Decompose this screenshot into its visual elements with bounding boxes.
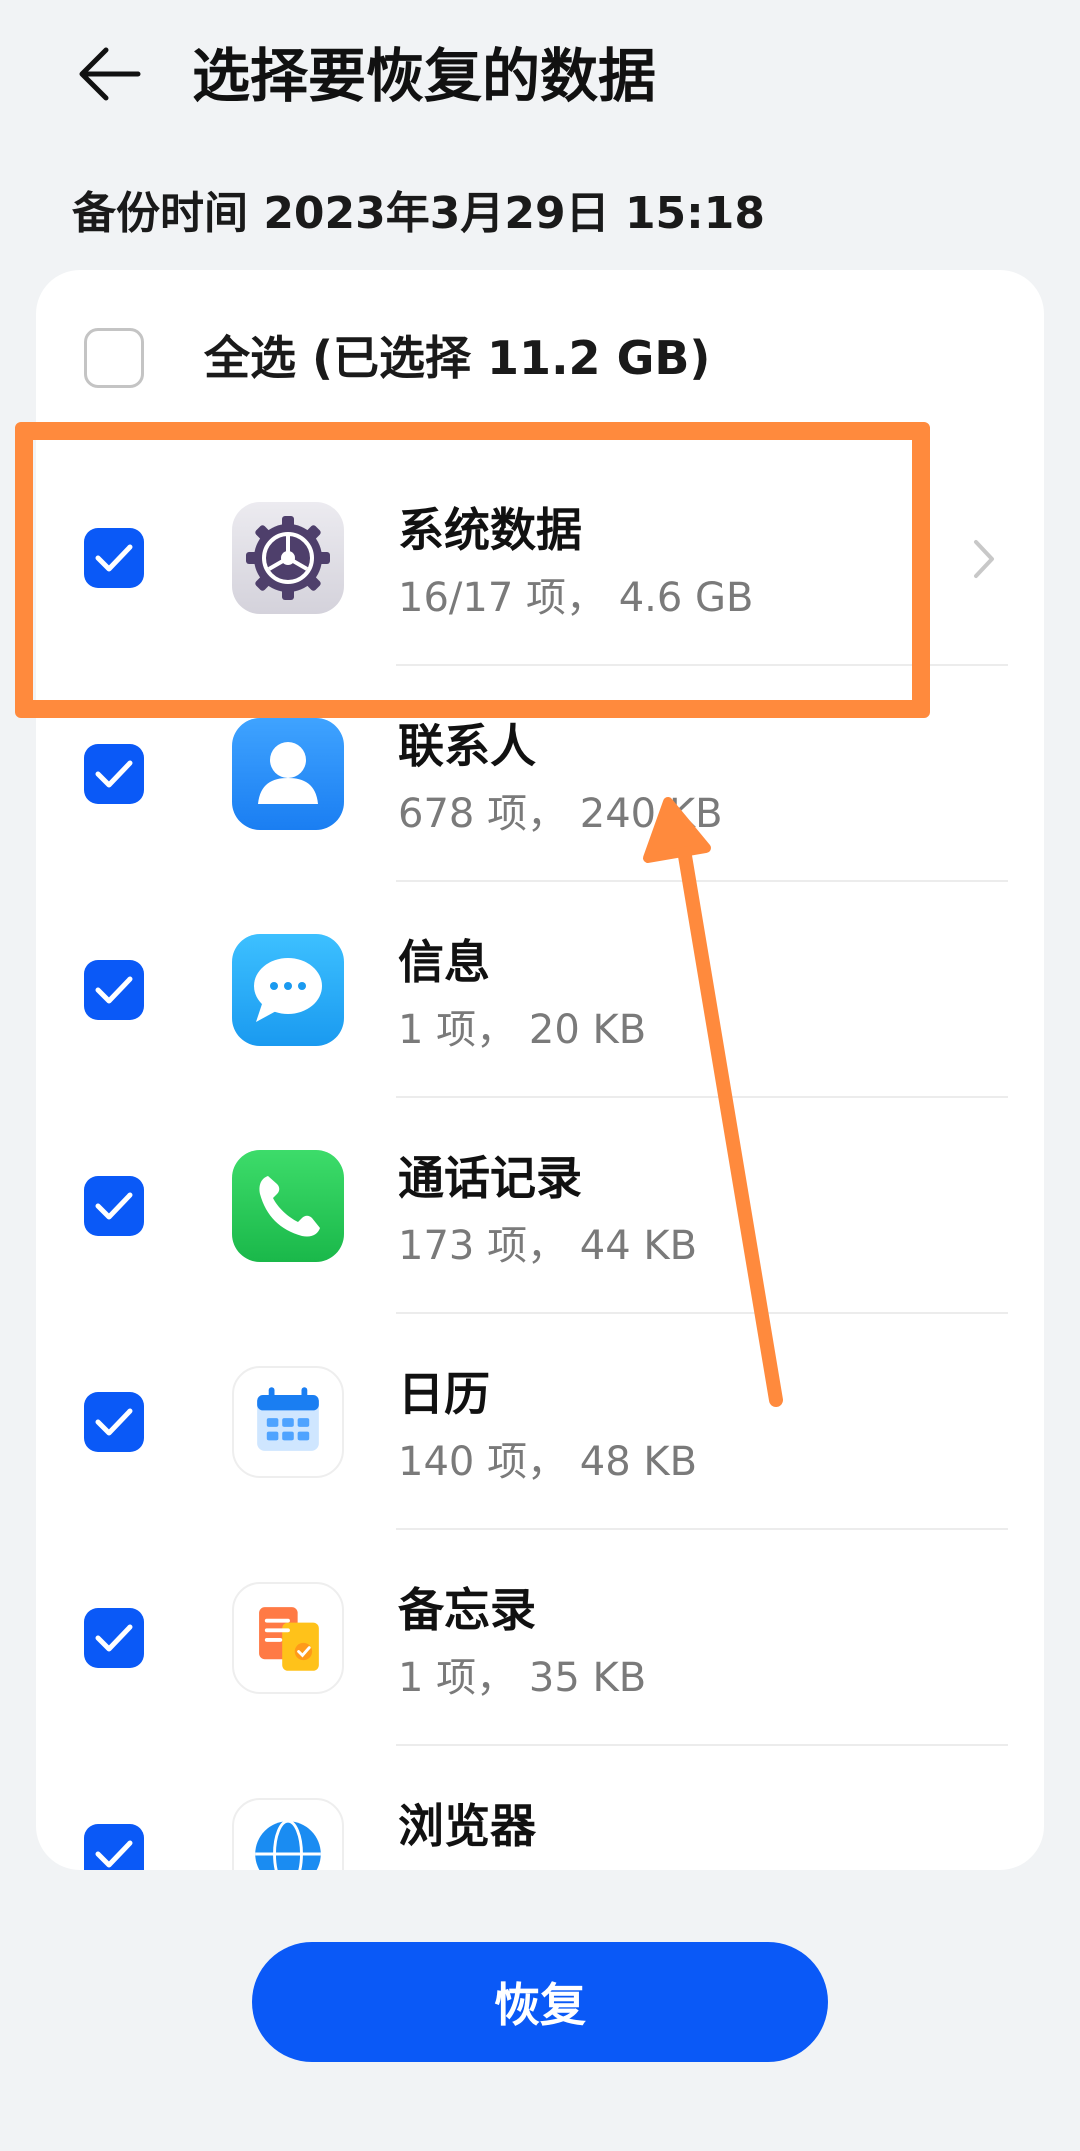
- item-subtitle: 173 项， 44 KB: [398, 1223, 698, 1269]
- checkmark-icon: [95, 1840, 133, 1868]
- restore-button[interactable]: 恢复: [252, 1942, 828, 2062]
- item-checkbox[interactable]: [84, 1824, 144, 1870]
- checkmark-icon: [95, 1408, 133, 1436]
- list-item-messages[interactable]: 信息 1 项， 20 KB: [36, 882, 1044, 1098]
- checkmark-icon: [95, 760, 133, 788]
- notepad-icon: [232, 1582, 344, 1694]
- chevron-right-icon: [974, 540, 994, 578]
- data-list: 系统数据 16/17 项， 4.6 GB 联系人 678 项， 240 KB 信…: [36, 450, 1044, 1870]
- item-checkbox[interactable]: [84, 744, 144, 804]
- item-subtitle: 678 项， 240 KB: [398, 791, 723, 837]
- list-item-call-log[interactable]: 通话记录 173 项， 44 KB: [36, 1098, 1044, 1314]
- item-checkbox[interactable]: [84, 528, 144, 588]
- browser-icon: [232, 1798, 344, 1870]
- item-subtitle: 1 项， 35 KB: [398, 1655, 647, 1701]
- item-checkbox[interactable]: [84, 1392, 144, 1452]
- back-button[interactable]: [70, 38, 150, 110]
- settings-gear-icon: [232, 502, 344, 614]
- list-item-system-data[interactable]: 系统数据 16/17 项， 4.6 GB: [36, 450, 1044, 666]
- backup-time: 备份时间 2023年3月29日 15:18: [72, 188, 765, 239]
- list-item-calendar[interactable]: 日历 140 项， 48 KB: [36, 1314, 1044, 1530]
- item-title: 联系人: [398, 719, 536, 773]
- list-item-browser[interactable]: 浏览器: [36, 1746, 1044, 1870]
- list-item-contacts[interactable]: 联系人 678 项， 240 KB: [36, 666, 1044, 882]
- item-checkbox[interactable]: [84, 1176, 144, 1236]
- item-title: 通话记录: [398, 1151, 582, 1205]
- arrow-left-icon: [79, 47, 141, 101]
- item-subtitle: 140 项， 48 KB: [398, 1439, 698, 1485]
- checkmark-icon: [95, 1624, 133, 1652]
- checkmark-icon: [95, 976, 133, 1004]
- item-title: 日历: [398, 1367, 490, 1421]
- checkmark-icon: [95, 544, 133, 572]
- item-title: 系统数据: [398, 503, 582, 557]
- item-subtitle: 16/17 项， 4.6 GB: [398, 575, 754, 621]
- header: 选择要恢复的数据: [0, 0, 1080, 150]
- contacts-icon: [232, 718, 344, 830]
- select-all-checkbox[interactable]: [84, 328, 144, 388]
- item-checkbox[interactable]: [84, 1608, 144, 1668]
- checkmark-icon: [95, 1192, 133, 1220]
- select-all-row[interactable]: 全选 (已选择 11.2 GB): [36, 270, 1044, 450]
- calendar-icon: [232, 1366, 344, 1478]
- item-title: 信息: [398, 935, 490, 989]
- data-list-card: 全选 (已选择 11.2 GB) 系统数据 16/17 项， 4.6 GB 联系…: [36, 270, 1044, 1870]
- list-item-notepad[interactable]: 备忘录 1 项， 35 KB: [36, 1530, 1044, 1746]
- item-checkbox[interactable]: [84, 960, 144, 1020]
- item-title: 备忘录: [398, 1583, 536, 1637]
- page-title: 选择要恢复的数据: [192, 42, 657, 110]
- phone-icon: [232, 1150, 344, 1262]
- select-all-label: 全选 (已选择 11.2 GB): [204, 331, 711, 385]
- messages-icon: [232, 934, 344, 1046]
- item-title: 浏览器: [398, 1799, 536, 1853]
- item-subtitle: 1 项， 20 KB: [398, 1007, 647, 1053]
